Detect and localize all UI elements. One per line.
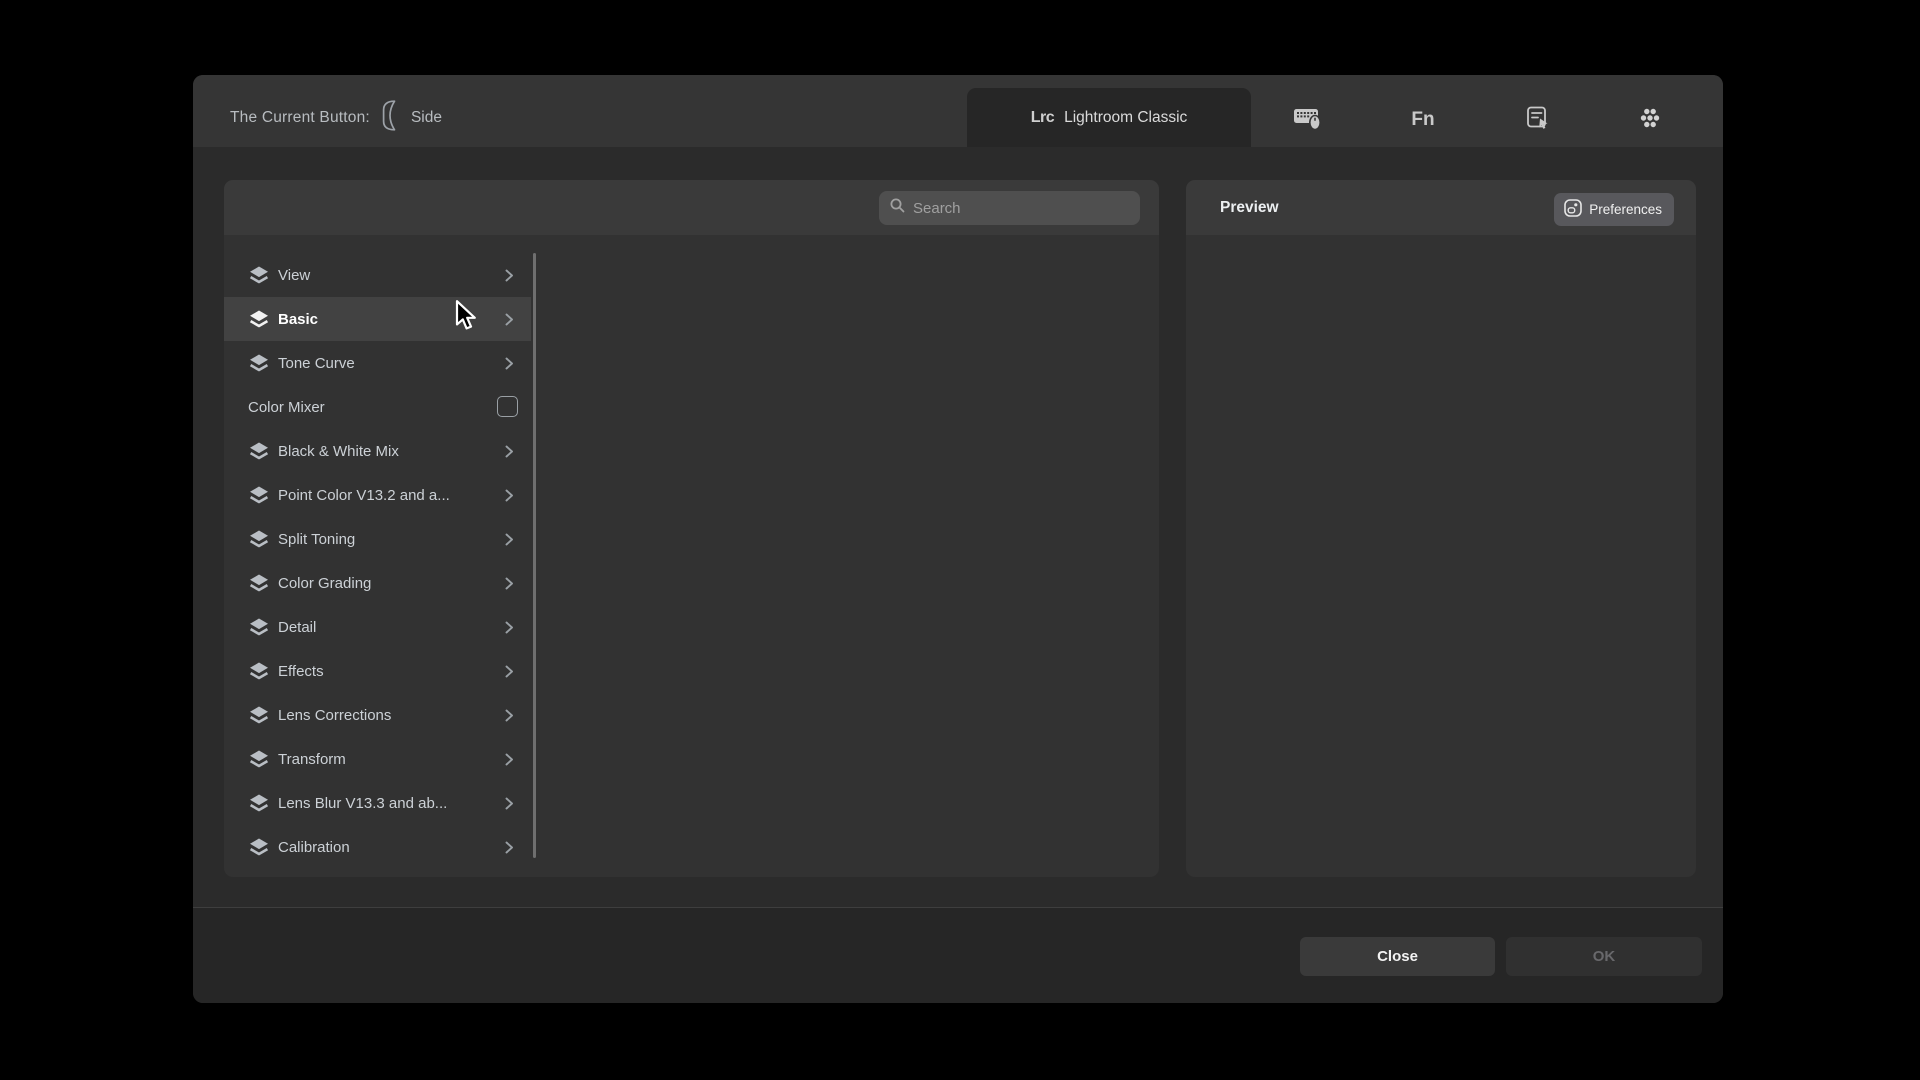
sidebar-item-label: Lens Blur V13.3 and ab...	[278, 795, 447, 812]
sidebar-item-color-grading[interactable]: Color Grading	[224, 561, 531, 605]
tab-keyboard-mouse[interactable]	[1286, 98, 1330, 142]
sidebar-item-split-toning[interactable]: Split Toning	[224, 517, 531, 561]
sidebar-item-tone-curve[interactable]: Tone Curve	[224, 341, 531, 385]
sidebar-item-label: Transform	[278, 751, 346, 768]
sidebar-item-label: Tone Curve	[278, 355, 355, 372]
layers-icon	[248, 573, 270, 593]
chevron-right-icon	[505, 445, 514, 463]
layers-icon	[248, 837, 270, 857]
layers-icon	[248, 265, 270, 285]
layers-icon	[248, 705, 270, 725]
button-config-dialog: The Current Button: Side Lrc Lightroom C…	[193, 75, 1723, 1003]
layers-icon	[248, 661, 270, 681]
preview-panel-header: Preview Preferences	[1186, 180, 1696, 235]
preview-title: Preview	[1220, 180, 1279, 235]
chevron-right-icon	[505, 313, 514, 331]
macro-list-icon	[1525, 105, 1551, 136]
top-bar: The Current Button: Side Lrc Lightroom C…	[193, 75, 1723, 147]
lightroom-classic-logo: Lrc	[1031, 109, 1054, 127]
layers-icon	[248, 617, 270, 637]
sidebar-item-black-white-mix[interactable]: Black & White Mix	[224, 429, 531, 473]
command-category-list: View Basic Tone Curve	[224, 253, 531, 869]
list-scrollbar[interactable]	[533, 253, 536, 858]
checkbox[interactable]	[497, 396, 518, 417]
sidebar-item-label: Detail	[278, 619, 316, 636]
dialog-footer: Close OK	[193, 907, 1723, 1003]
sidebar-item-label: Black & White Mix	[278, 443, 399, 460]
sidebar-item-label: Color Grading	[278, 575, 371, 592]
sidebar-item-label: Basic	[278, 311, 318, 328]
current-button-value: Side	[411, 109, 442, 127]
chevron-right-icon	[505, 269, 514, 287]
sidebar-item-detail[interactable]: Detail	[224, 605, 531, 649]
chevron-right-icon	[505, 577, 514, 595]
side-button-icon	[382, 100, 397, 136]
sidebar-item-view[interactable]: View	[224, 253, 531, 297]
sidebar-item-calibration[interactable]: Calibration	[224, 825, 531, 869]
chevron-right-icon	[505, 489, 514, 507]
commands-panel: View Basic Tone Curve	[224, 180, 1159, 877]
sidebar-item-lens-blur-v13-3-and-ab[interactable]: Lens Blur V13.3 and ab...	[224, 781, 531, 825]
search-icon	[889, 197, 906, 219]
chevron-right-icon	[505, 357, 514, 375]
search-input[interactable]	[913, 200, 1130, 217]
sidebar-item-label: Effects	[278, 663, 324, 680]
current-button-label: The Current Button:	[230, 109, 370, 127]
chevron-right-icon	[505, 797, 514, 815]
chevron-right-icon	[505, 665, 514, 683]
layers-icon	[248, 485, 270, 505]
layers-icon	[248, 529, 270, 549]
device-icon	[1563, 198, 1583, 221]
keyboard-mouse-icon	[1292, 105, 1324, 136]
sidebar-item-transform[interactable]: Transform	[224, 737, 531, 781]
sidebar-item-label: Calibration	[278, 839, 350, 856]
sidebar-item-label: Point Color V13.2 and a...	[278, 487, 450, 504]
sidebar-item-effects[interactable]: Effects	[224, 649, 531, 693]
sidebar-item-label: Color Mixer	[248, 399, 325, 416]
close-button[interactable]: Close	[1300, 937, 1495, 976]
ok-button[interactable]: OK	[1506, 937, 1702, 976]
chevron-right-icon	[505, 709, 514, 727]
current-button-indicator: The Current Button: Side	[230, 75, 442, 147]
sidebar-item-color-mixer[interactable]: Color Mixer	[224, 385, 531, 429]
chevron-right-icon	[505, 621, 514, 639]
tab-lightroom-classic[interactable]: Lrc Lightroom Classic	[967, 88, 1251, 147]
fn-icon: Fn	[1411, 109, 1434, 131]
layers-icon	[248, 441, 270, 461]
tab-fn[interactable]: Fn	[1401, 98, 1445, 142]
layers-icon	[248, 793, 270, 813]
preview-panel: Preview Preferences	[1186, 180, 1696, 877]
tab-macro-list[interactable]	[1516, 98, 1560, 142]
tab-label: Lightroom Classic	[1064, 109, 1187, 127]
commands-panel-header	[224, 180, 1159, 235]
dots-cluster-icon	[1636, 104, 1664, 137]
sidebar-item-label: View	[278, 267, 310, 284]
sidebar-item-basic[interactable]: Basic	[224, 297, 531, 341]
layers-icon	[248, 353, 270, 373]
preferences-button[interactable]: Preferences	[1554, 193, 1674, 226]
tab-dots-cluster[interactable]	[1628, 98, 1672, 142]
sidebar-item-label: Split Toning	[278, 531, 355, 548]
chevron-right-icon	[505, 753, 514, 771]
layers-icon	[248, 309, 270, 329]
preferences-label: Preferences	[1589, 202, 1662, 217]
sidebar-item-label: Lens Corrections	[278, 707, 391, 724]
sidebar-item-point-color-v13-2-and-a[interactable]: Point Color V13.2 and a...	[224, 473, 531, 517]
sidebar-item-lens-corrections[interactable]: Lens Corrections	[224, 693, 531, 737]
chevron-right-icon	[505, 533, 514, 551]
chevron-right-icon	[505, 841, 514, 859]
search-field[interactable]	[879, 191, 1140, 225]
layers-icon	[248, 749, 270, 769]
